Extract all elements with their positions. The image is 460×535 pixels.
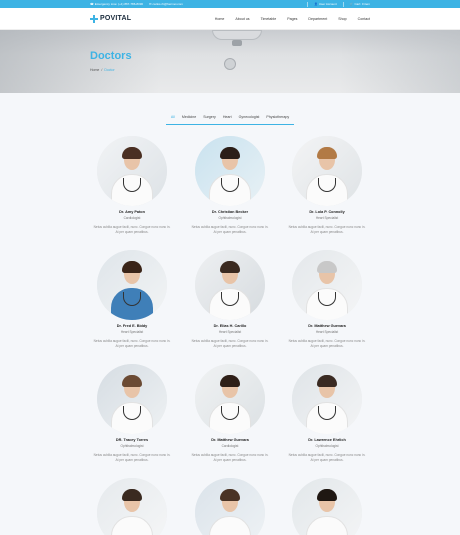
doctor-name[interactable]: Dr. Christian Becker: [185, 210, 275, 214]
emergency-phone: ☎ Emergency Line: (+1) 867-786-8330: [90, 2, 143, 6]
doctor-photo[interactable]: [292, 250, 362, 320]
nav-department[interactable]: Department: [308, 17, 327, 21]
breadcrumb-home[interactable]: Home: [90, 68, 99, 72]
doctor-name[interactable]: Dr. Fred E. Biddy: [87, 324, 177, 328]
cart-text: Cart: 0 item: [354, 2, 370, 6]
doctor-specialty: Heart Specialist: [218, 329, 242, 334]
doctor-photo[interactable]: [292, 364, 362, 434]
doctor-card[interactable]: Dr. Lola P. Connolly Heart Specialist Ne…: [282, 136, 372, 235]
email-contact[interactable]: ✉ carlos.rb@hermet.com: [149, 2, 183, 6]
user-account-link[interactable]: 👤 User Account: [314, 2, 337, 6]
hero-background: [0, 30, 160, 93]
email-text: carlos.rb@hermet.com: [152, 2, 183, 6]
doctor-specialty: Heart Specialist: [315, 215, 339, 220]
logo[interactable]: POVITAL: [90, 14, 132, 23]
nav-pages[interactable]: Pages: [287, 17, 297, 21]
doctor-name[interactable]: Dr. Matthew Guevara: [282, 324, 372, 328]
doctor-description: Netus cubilia augue facili, nunc. Congue…: [191, 452, 269, 462]
doctor-photo[interactable]: [97, 478, 167, 535]
user-icon: 👤: [314, 2, 318, 6]
doctor-specialty: Ophthalmologist: [315, 443, 339, 448]
doctor-description: Netus cubilia augue facili, nunc. Congue…: [93, 224, 171, 234]
doctor-photo[interactable]: [292, 136, 362, 206]
doctor-card[interactable]: Dr. Matthew Guevara Heart Specialist Net…: [282, 250, 372, 349]
doctor-photo[interactable]: [195, 136, 265, 206]
cart-icon: 🛒: [349, 2, 354, 6]
doctor-card[interactable]: [185, 478, 275, 535]
phone-icon: ☎: [90, 2, 94, 6]
doctor-card[interactable]: [282, 478, 372, 535]
filter-underline: [166, 124, 294, 125]
mail-icon: ✉: [149, 2, 152, 6]
doctor-name[interactable]: Dr. Lola P. Connolly: [282, 210, 372, 214]
breadcrumb-separator: /: [101, 68, 103, 72]
nav-about[interactable]: About us: [235, 17, 249, 21]
doctor-name[interactable]: Dr. Amy Paton: [87, 210, 177, 214]
breadcrumb-current: Doctor: [104, 68, 115, 72]
doctor-card[interactable]: Dr. Fred E. Biddy Heart Specialist Netus…: [87, 250, 177, 349]
doctor-photo[interactable]: [195, 478, 265, 535]
cart-link[interactable]: 🛒 Cart: 0 item: [350, 2, 370, 6]
doctor-specialty: Heart Specialist: [315, 329, 339, 334]
doctor-description: Netus cubilia augue facili, nunc. Congue…: [288, 452, 366, 462]
filter-heart[interactable]: Heart: [223, 115, 232, 122]
surgical-lamp-image: [224, 58, 236, 70]
main-nav: Home About us Timetable Pages Department…: [215, 17, 370, 21]
nav-timetable[interactable]: Timetable: [261, 17, 277, 21]
site-header: POVITAL Home About us Timetable Pages De…: [0, 8, 460, 30]
doctor-description: Netus cubilia augue facili, nunc. Congue…: [288, 338, 366, 348]
doctor-description: Netus cubilia augue facili, nunc. Congue…: [93, 452, 171, 462]
doctor-photo[interactable]: [97, 364, 167, 434]
doctor-photo[interactable]: [195, 364, 265, 434]
doctor-photo[interactable]: [292, 478, 362, 535]
doctor-photo[interactable]: [97, 136, 167, 206]
hero-background: [340, 30, 460, 93]
logo-text: POVITAL: [100, 15, 132, 22]
doctor-card[interactable]: Dr. Lawrence Ehrlich Ophthalmologist Net…: [282, 364, 372, 463]
nav-home[interactable]: Home: [215, 17, 225, 21]
doctor-photo[interactable]: [97, 250, 167, 320]
doctor-card[interactable]: Dr. Christian Becker Ophthalmologist Net…: [185, 136, 275, 235]
phone-text: Emergency Line: (+1) 867-786-8330: [94, 2, 144, 6]
filter-physiotherapy[interactable]: Physiotherapy: [266, 115, 289, 122]
doctor-description: Netus cubilia augue facili, nunc. Congue…: [288, 224, 366, 234]
doctor-description: Netus cubilia augue facili, nunc. Congue…: [191, 338, 269, 348]
doctor-specialty: Cardiologist: [221, 443, 239, 448]
nav-contact[interactable]: Contact: [358, 17, 370, 21]
page-title: Doctors: [90, 50, 132, 62]
specialty-filter-tabs: All Medicine Surgery Heart Gynecologist …: [0, 115, 460, 122]
doctor-name[interactable]: Dr. Matthew Guevara: [185, 438, 275, 442]
doctor-card[interactable]: Dr. Matthew Guevara Cardiologist Netus c…: [185, 364, 275, 463]
account-text: User Account: [318, 2, 337, 6]
doctor-card[interactable]: Dr. Elias H. Carillo Heart Specialist Ne…: [185, 250, 275, 349]
breadcrumb: Home / Doctor: [90, 68, 115, 72]
doctor-specialty: Ophthalmologist: [218, 215, 242, 220]
doctor-description: Netus cubilia augue facili, nunc. Congue…: [93, 338, 171, 348]
doctor-specialty: Ophthalmologist: [120, 443, 144, 448]
medical-cross-icon: [90, 14, 98, 23]
divider: [342, 1, 344, 7]
doctor-name[interactable]: DR. Tracey Torres: [87, 438, 177, 442]
filter-all[interactable]: All: [171, 115, 175, 122]
page-hero-banner: Doctors Home / Doctor: [0, 30, 460, 93]
filter-gynecologist[interactable]: Gynecologist: [239, 115, 260, 122]
surgical-lamp-image: [232, 40, 242, 46]
doctor-description: Netus cubilia augue facili, nunc. Congue…: [191, 224, 269, 234]
filter-surgery[interactable]: Surgery: [203, 115, 216, 122]
doctor-photo[interactable]: [195, 250, 265, 320]
nav-shop[interactable]: Shop: [338, 17, 346, 21]
surgical-lamp-image: [212, 30, 262, 40]
doctor-specialty: Heart Specialist: [120, 329, 144, 334]
doctor-specialty: Cardiologist: [123, 215, 141, 220]
doctor-name[interactable]: Dr. Elias H. Carillo: [185, 324, 275, 328]
doctor-card[interactable]: DR. Tracey Torres Ophthalmologist Netus …: [87, 364, 177, 463]
doctor-card[interactable]: Dr. Amy Paton Cardiologist Netus cubilia…: [87, 136, 177, 235]
divider: [307, 1, 309, 7]
doctor-card[interactable]: [87, 478, 177, 535]
top-info-bar: ☎ Emergency Line: (+1) 867-786-8330 ✉ carl…: [0, 0, 460, 8]
filter-medicine[interactable]: Medicine: [182, 115, 196, 122]
doctor-name[interactable]: Dr. Lawrence Ehrlich: [282, 438, 372, 442]
